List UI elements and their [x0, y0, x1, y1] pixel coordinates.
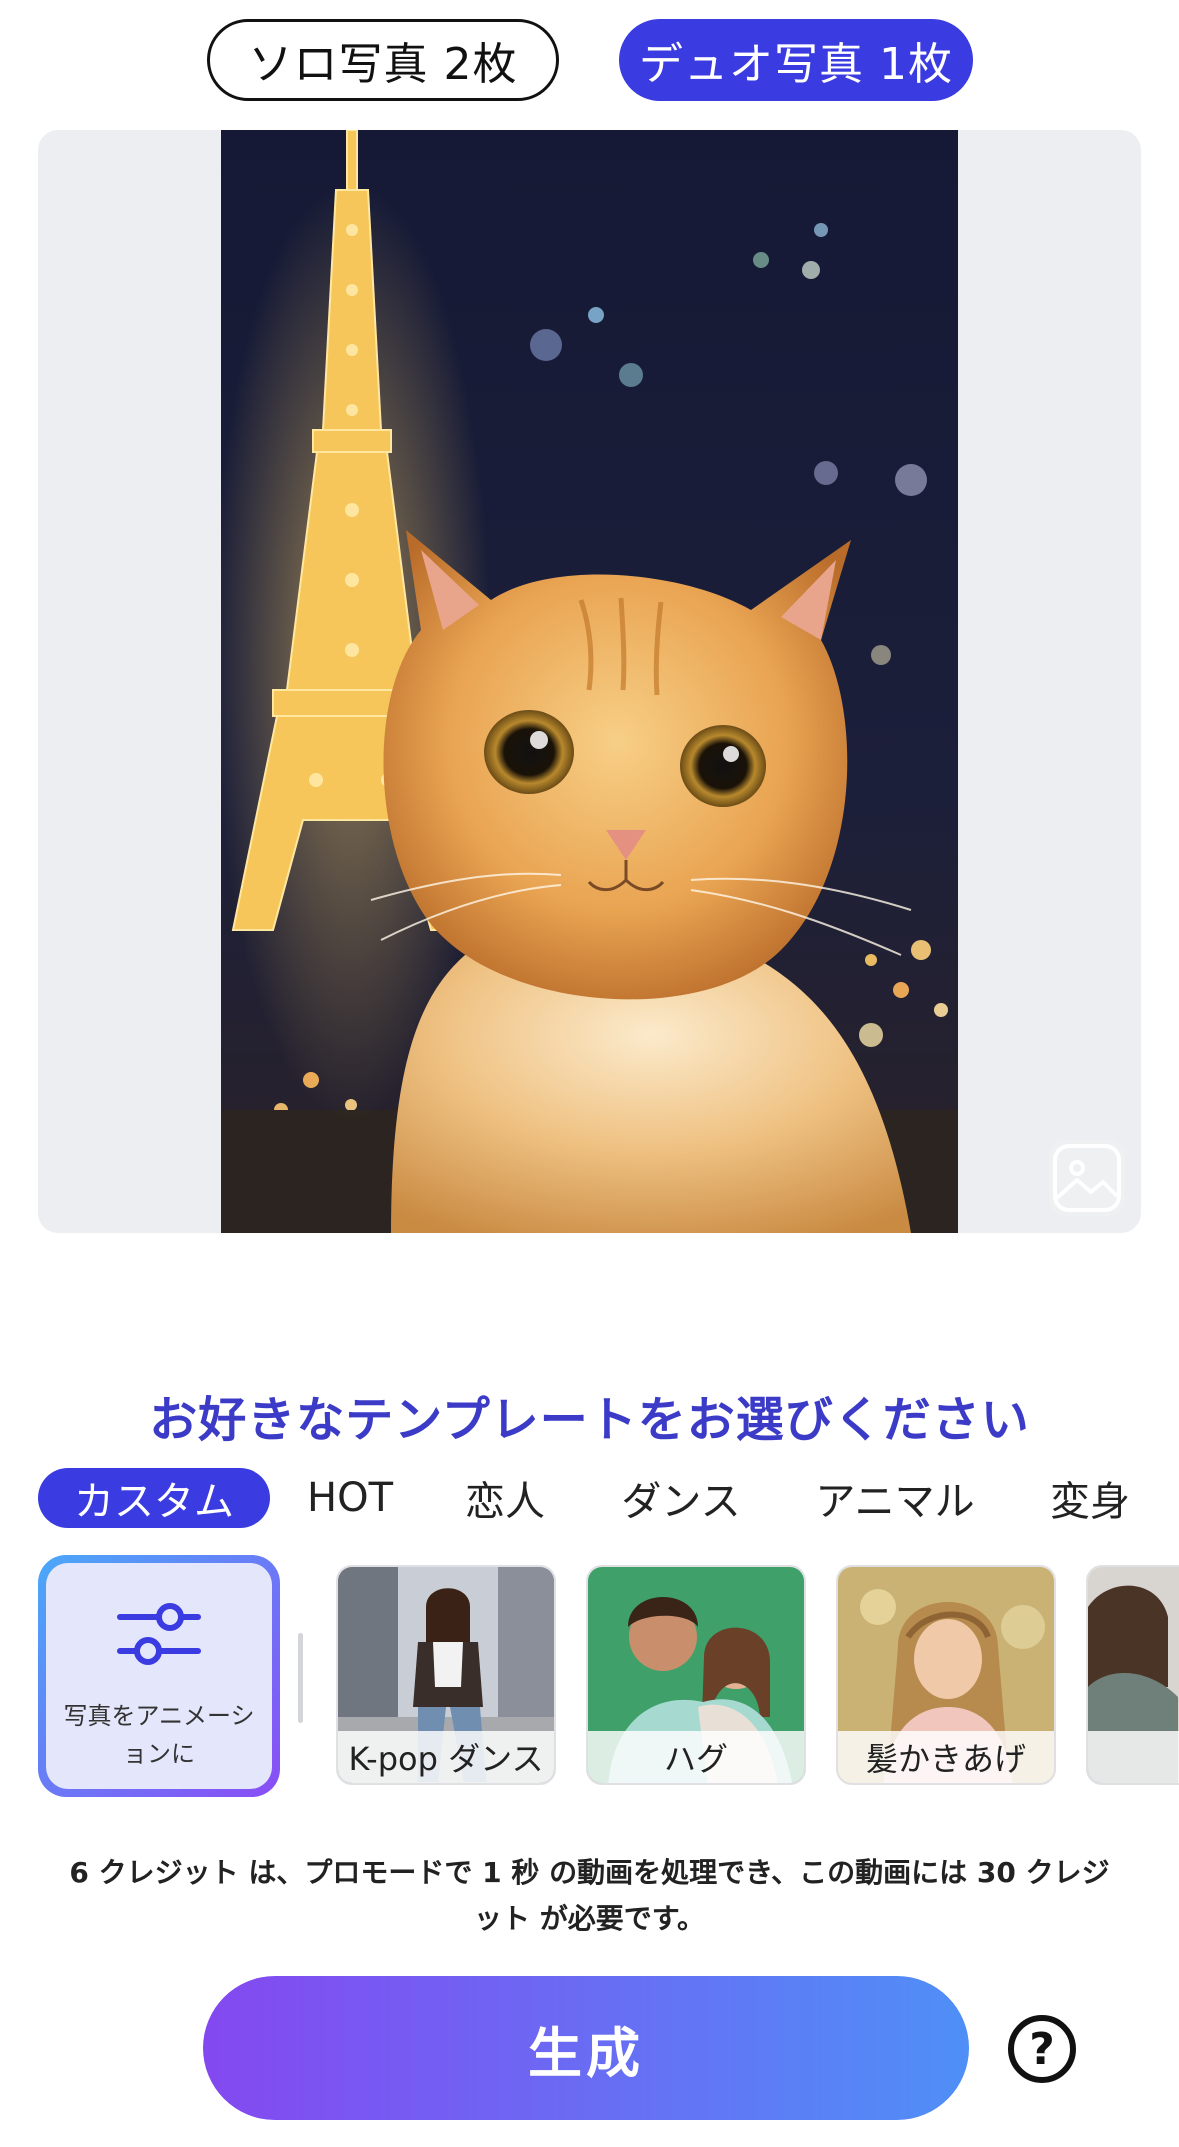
- help-icon[interactable]: ?: [1008, 2015, 1076, 2083]
- template-hug[interactable]: ハグ: [586, 1565, 806, 1785]
- sliders-icon: [117, 1603, 201, 1665]
- template-hair-flip[interactable]: 髪かきあげ: [836, 1565, 1056, 1785]
- tab-lovers[interactable]: 恋人: [455, 1468, 555, 1528]
- duo-photo-button[interactable]: デュオ写真 1枚: [619, 19, 973, 101]
- uploaded-photo[interactable]: [221, 130, 958, 1233]
- template-label: K-pop ダンス: [338, 1731, 554, 1783]
- custom-card-label: 写真をアニメーションに: [63, 1702, 255, 1768]
- tab-hot[interactable]: HOT: [298, 1468, 402, 1528]
- template-label: キ: [1088, 1731, 1179, 1783]
- solo-photo-button[interactable]: ソロ写真 2枚: [207, 19, 559, 101]
- credit-note: 6 クレジット は、プロモードで 1 秒 の動画を処理でき、この動画には 30 …: [69, 1856, 1110, 1935]
- carousel-divider: [298, 1633, 303, 1723]
- template-label: ハグ: [588, 1731, 804, 1783]
- custom-animate-card[interactable]: 写真をアニメーションに: [38, 1555, 280, 1797]
- generate-button[interactable]: 生成: [203, 1976, 969, 2120]
- tab-transform[interactable]: 変身: [1040, 1468, 1140, 1528]
- template-carousel[interactable]: 写真をアニメーションに K-pop ダンス ハグ 髪かきあげ: [0, 1555, 1179, 1805]
- template-partial[interactable]: キ: [1086, 1565, 1179, 1785]
- template-label: 髪かきあげ: [838, 1731, 1054, 1783]
- custom-card-inner: 写真をアニメーションに: [46, 1563, 272, 1789]
- tab-custom[interactable]: カスタム: [38, 1468, 270, 1528]
- tab-dance[interactable]: ダンス: [608, 1468, 754, 1528]
- tab-animal[interactable]: アニマル: [810, 1468, 980, 1528]
- template-section-title: お好きなテンプレートをお選びください: [149, 1392, 1030, 1448]
- template-kpop-dance[interactable]: K-pop ダンス: [336, 1565, 556, 1785]
- category-tabs: カスタム HOT 恋人 ダンス アニマル 変身: [0, 1468, 1179, 1528]
- photo-preview-area: [38, 130, 1141, 1233]
- image-icon[interactable]: [1049, 1140, 1125, 1216]
